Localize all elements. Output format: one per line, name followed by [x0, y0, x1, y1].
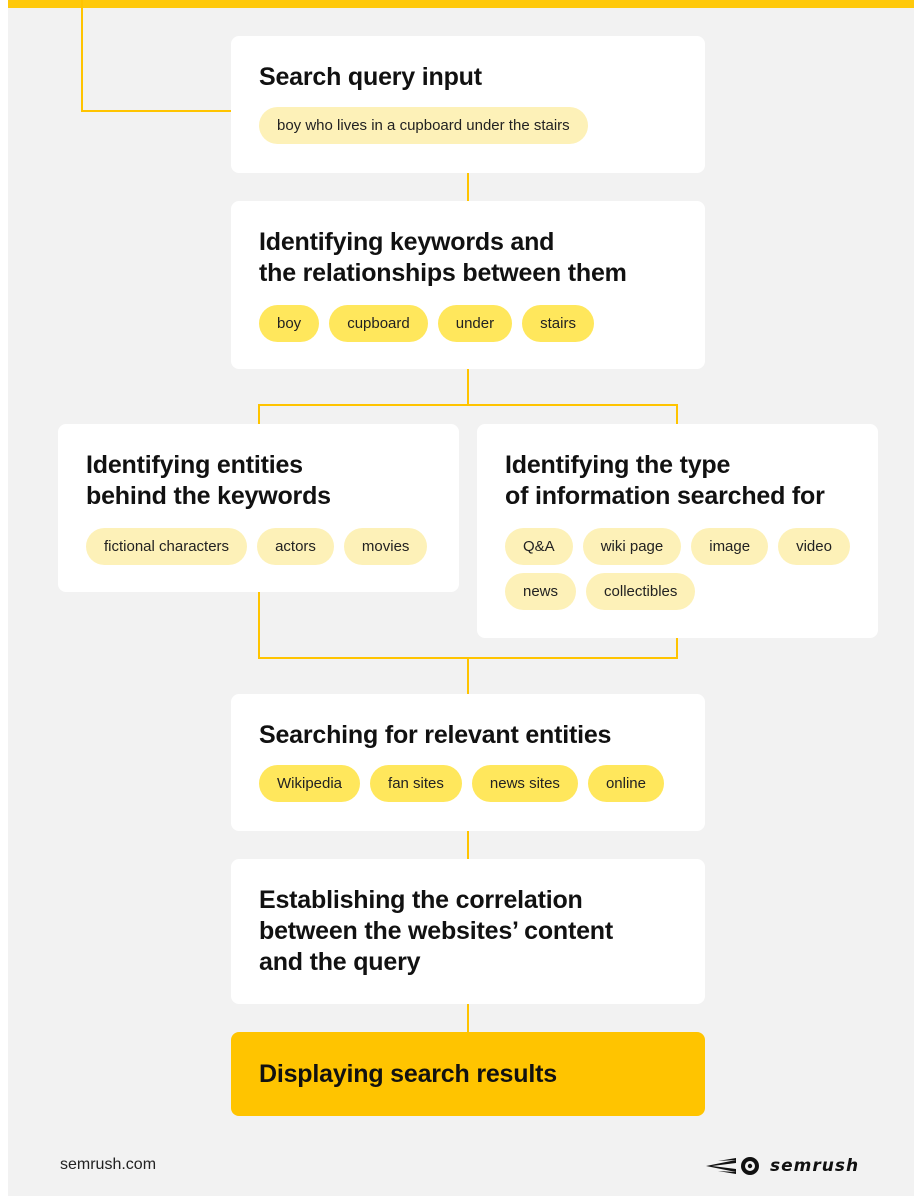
card-search-query-input: Search query input boy who lives in a cu…	[231, 36, 705, 173]
card-displaying-search-results: Displaying search results	[231, 1032, 705, 1116]
chip-group: boy who lives in a cupboard under the st…	[259, 107, 677, 144]
chip-keyword: under	[437, 305, 513, 342]
chip-query-text: boy who lives in a cupboard under the st…	[259, 107, 588, 144]
brand-logo: semrush	[706, 1155, 859, 1177]
title-line: between the websites’ content	[259, 917, 614, 945]
connector-split-branches	[258, 404, 678, 424]
chip-source: news sites	[471, 765, 578, 802]
chip-source: online	[587, 765, 664, 802]
chip-info-type: Q&A	[505, 528, 573, 565]
chip-info-type: image	[691, 528, 769, 565]
card-title: Search query input	[259, 63, 482, 91]
chip-info-type: news	[505, 573, 577, 610]
chip-entity: fictional characters	[86, 528, 248, 565]
card-title: Identifying the type of information sear…	[505, 450, 850, 512]
chip-source: Wikipedia	[259, 765, 361, 802]
title-line: Identifying the type	[505, 451, 731, 479]
chip-group: Q&A wiki page image video news collectib…	[505, 528, 850, 610]
footer-site-url: semrush.com	[60, 1156, 157, 1173]
title-line: and the query	[259, 948, 421, 976]
card-identifying-entities: Identifying entities behind the keywords…	[58, 424, 459, 592]
chip-info-type: collectibles	[586, 573, 696, 610]
chip-keyword: stairs	[522, 305, 594, 342]
chip-entity: actors	[257, 528, 334, 565]
connector-top	[81, 0, 231, 112]
title-line: Establishing the correlation	[259, 886, 583, 914]
card-title: Identifying keywords and the relationshi…	[259, 227, 677, 289]
title-line: Identifying entities	[86, 451, 303, 479]
chip-entity: movies	[343, 528, 428, 565]
title-line: of information searched for	[505, 482, 825, 510]
card-identifying-keywords: Identifying keywords and the relationshi…	[231, 201, 705, 369]
chip-info-type: video	[778, 528, 850, 565]
title-line: the relationships between them	[259, 259, 627, 287]
semrush-comet-logo-icon	[706, 1157, 759, 1175]
card-title: Identifying entities behind the keywords	[86, 450, 431, 512]
chip-group: Wikipedia fan sites news sites online	[259, 765, 677, 802]
card-title: Establishing the correlation between the…	[259, 885, 677, 978]
chip-keyword: boy	[259, 305, 320, 342]
title-line: behind the keywords	[86, 482, 331, 510]
brand-name: semrush	[770, 1156, 860, 1176]
chip-source: fan sites	[370, 765, 462, 802]
card-establishing-correlation: Establishing the correlation between the…	[231, 859, 705, 1004]
chip-group: boy cupboard under stairs	[259, 305, 677, 342]
chip-group: fictional characters actors movies	[86, 528, 431, 565]
title-line: Identifying keywords and	[259, 228, 555, 256]
card-title: Displaying search results	[259, 1060, 557, 1088]
card-title: Searching for relevant entities	[259, 721, 612, 749]
card-identifying-info-type: Identifying the type of information sear…	[477, 424, 878, 638]
card-searching-relevant-entities: Searching for relevant entities Wikipedi…	[231, 694, 705, 831]
chip-keyword: cupboard	[329, 305, 428, 342]
chip-info-type: wiki page	[582, 528, 682, 565]
